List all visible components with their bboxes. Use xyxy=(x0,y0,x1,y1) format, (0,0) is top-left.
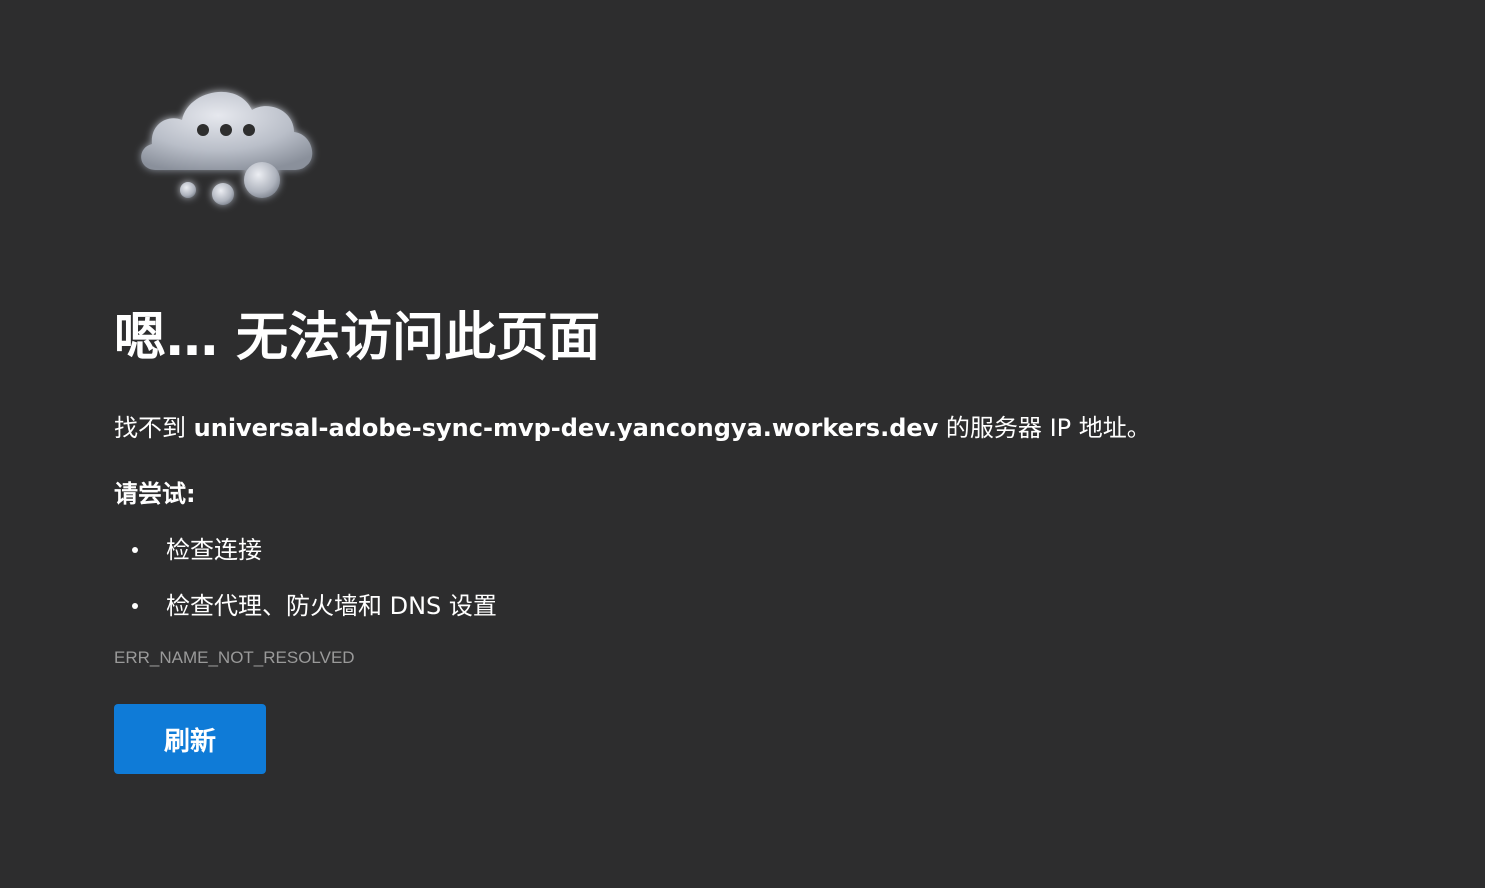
error-code: ERR_NAME_NOT_RESOLVED xyxy=(114,648,355,667)
list-item: 检查连接 xyxy=(114,534,1414,566)
bullet-icon xyxy=(132,547,138,553)
try-label: 请尝试: xyxy=(114,480,196,508)
message-suffix: 地址。 xyxy=(1071,414,1151,442)
refresh-button[interactable]: 刷新 xyxy=(114,704,266,774)
error-content: 嗯… 无法访问此页面 找不到 universal-adobe-sync-mvp-… xyxy=(114,300,1414,774)
list-item: 检查代理、防火墙和 DNS 设置 xyxy=(114,590,1414,622)
suggestion-text: 检查代理、防火墙和 DNS 设置 xyxy=(166,592,497,620)
error-message: 找不到 universal-adobe-sync-mvp-dev.yancong… xyxy=(114,412,1414,444)
message-prefix: 找不到 xyxy=(114,414,194,442)
bullet-icon xyxy=(132,603,138,609)
host-name: universal-adobe-sync-mvp-dev.yancongya.w… xyxy=(193,414,939,442)
message-middle: 的服务器 xyxy=(938,414,1050,442)
ip-label: IP xyxy=(1049,414,1072,442)
error-page: 嗯… 无法访问此页面 找不到 universal-adobe-sync-mvp-… xyxy=(0,0,1485,888)
thinking-cloud-icon xyxy=(141,91,313,205)
page-title: 嗯… 无法访问此页面 xyxy=(114,308,601,368)
suggestion-list: 检查连接 检查代理、防火墙和 DNS 设置 xyxy=(114,534,1414,622)
suggestion-text: 检查连接 xyxy=(166,536,262,564)
